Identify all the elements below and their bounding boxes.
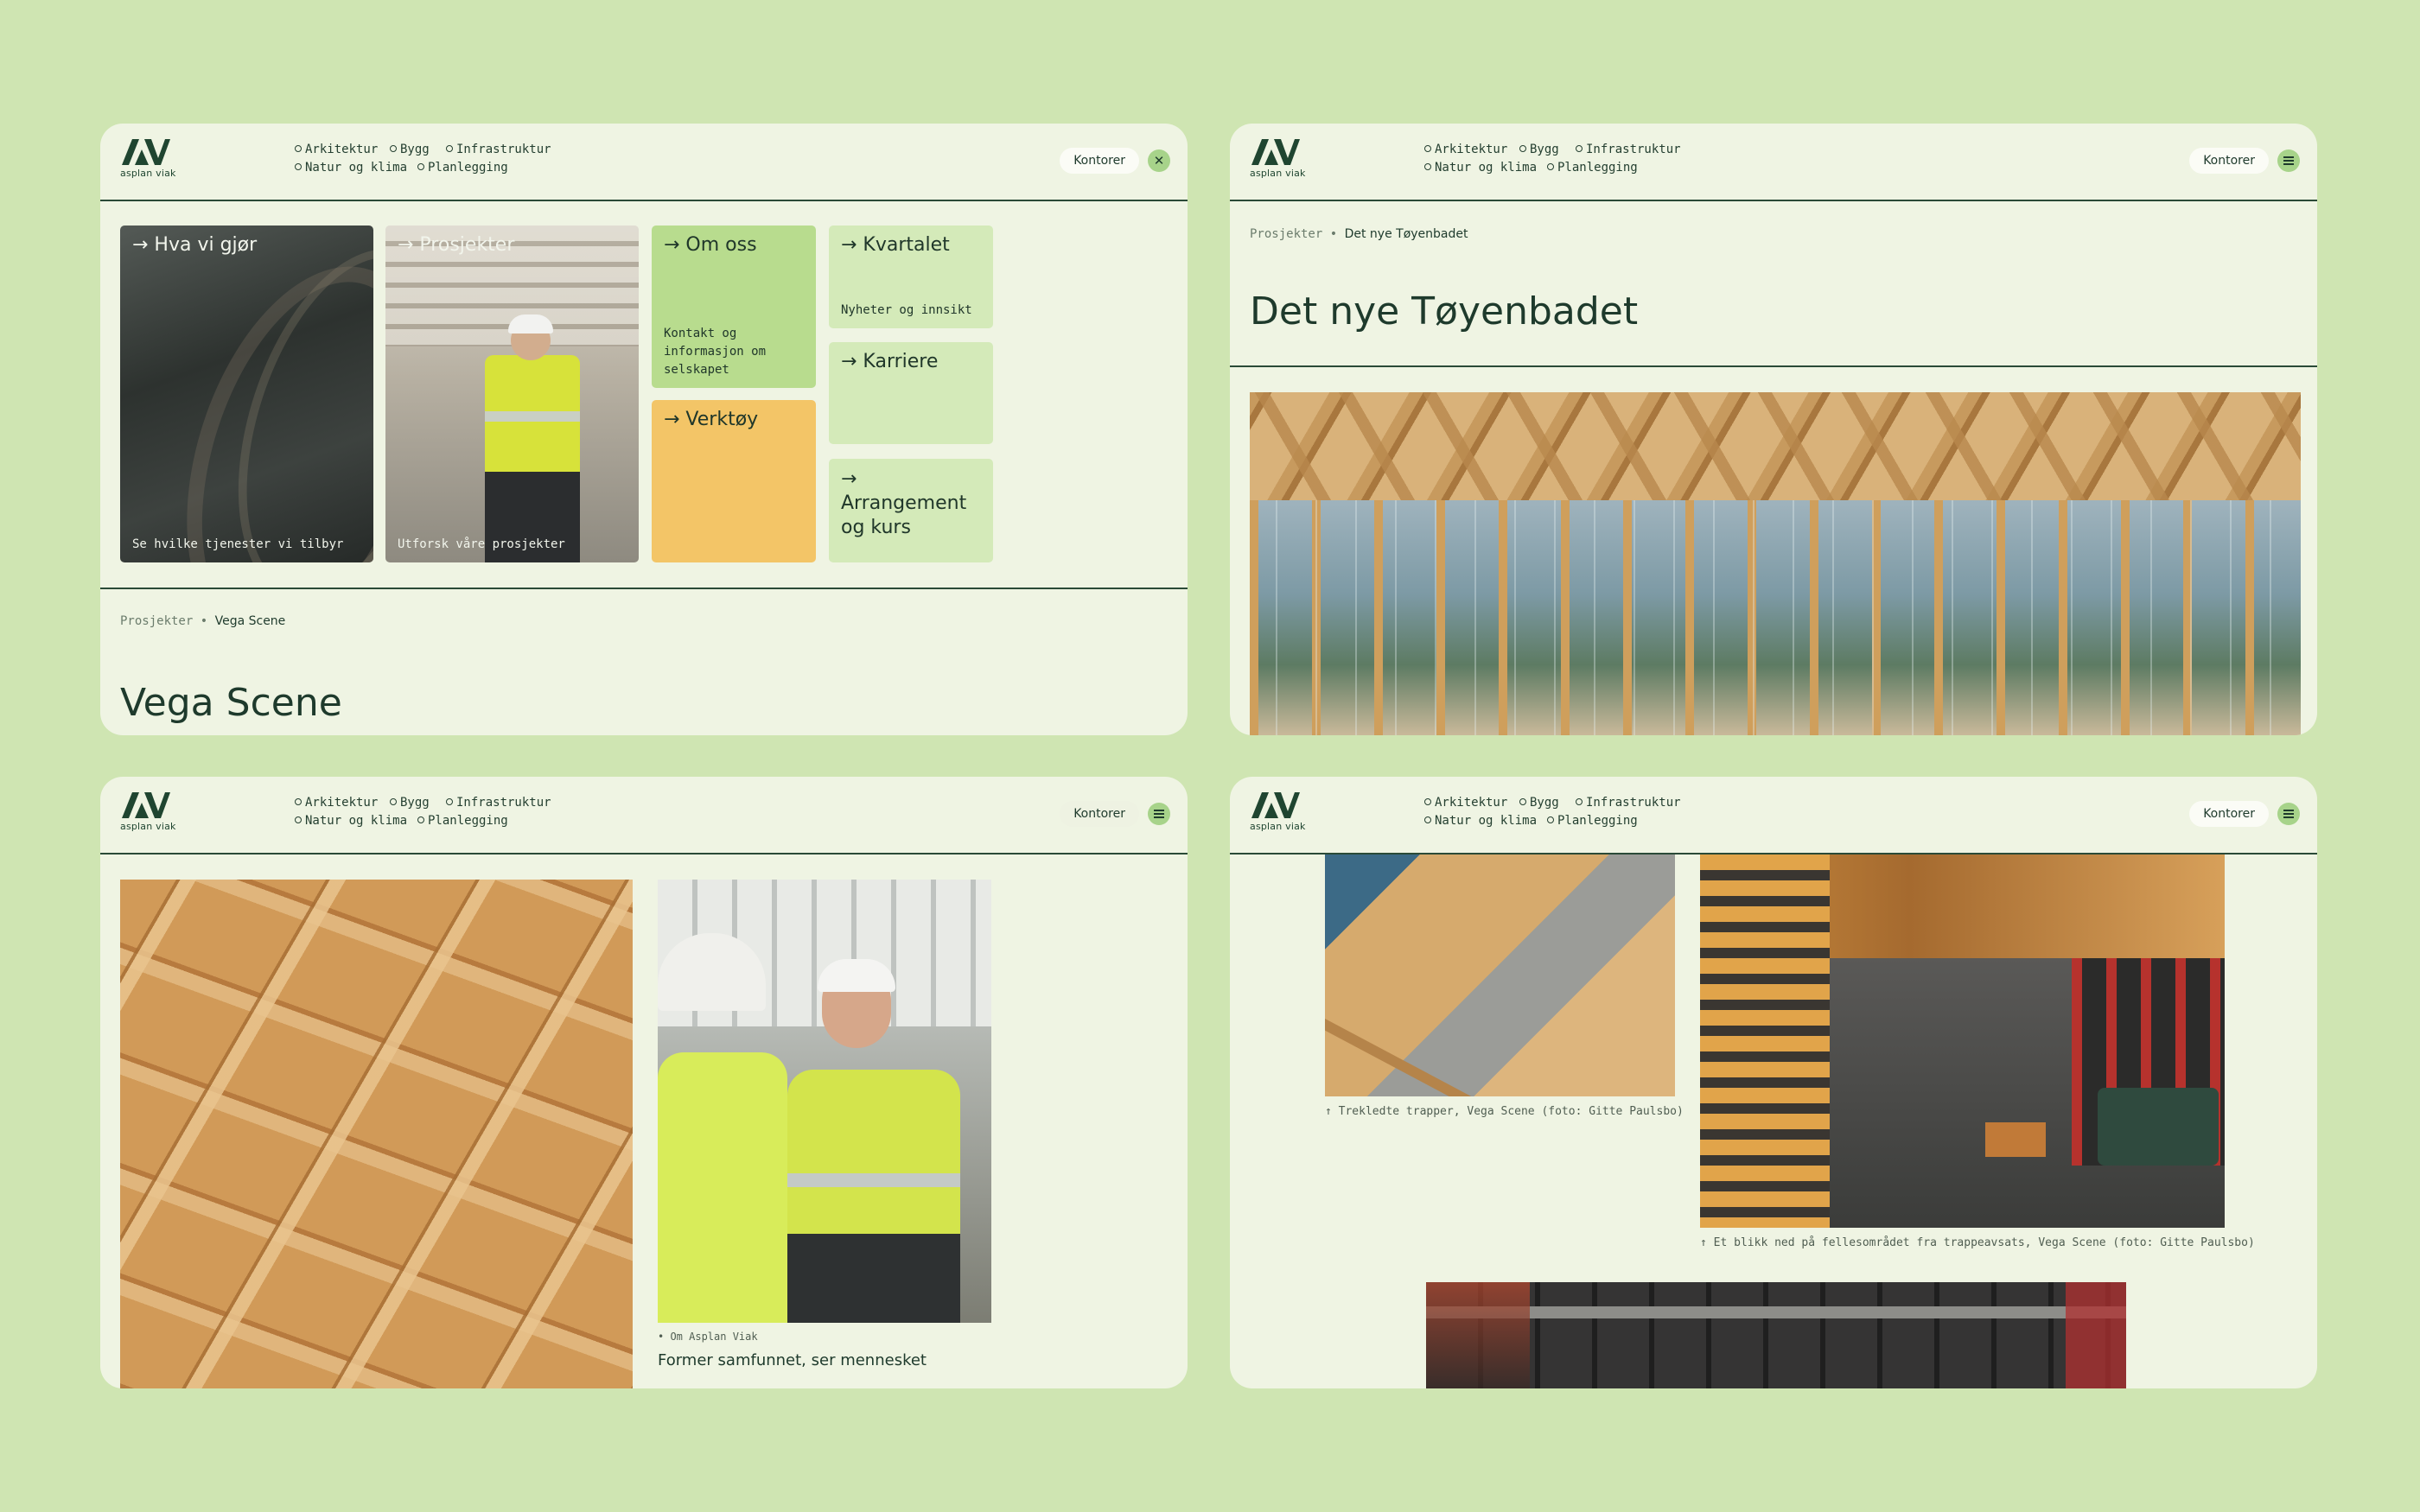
image-workers-on-site xyxy=(658,880,991,1323)
nav-bygg[interactable]: Bygg xyxy=(1519,796,1559,810)
nav-planlegging[interactable]: Planlegging xyxy=(417,161,508,175)
tile-subtitle: Utforsk våre prosjekter xyxy=(398,537,565,551)
image-industrial-ceiling xyxy=(1426,1282,2126,1388)
logo-mark-icon xyxy=(122,792,170,818)
nav-natur-og-klima[interactable]: Natur og klima xyxy=(295,161,407,175)
hero-image-timber-hall xyxy=(1250,392,2301,735)
logo-mark-icon xyxy=(1251,139,1300,165)
breadcrumb: Prosjekter • Vega Scene xyxy=(120,614,285,628)
logo-text: asplan viak xyxy=(120,168,176,179)
close-icon: ✕ xyxy=(1153,153,1165,168)
tile-title: → Arrangement og kurs xyxy=(841,468,967,538)
menu-tile-kvartalet[interactable]: → Kvartalet Nyheter og innsikt xyxy=(829,226,993,328)
caption-stairs: ↑ Trekledte trapper, Vega Scene (foto: G… xyxy=(1325,1105,1684,1118)
logo-mark-icon xyxy=(1251,792,1300,818)
breadcrumb-parent[interactable]: Prosjekter xyxy=(1250,227,1322,241)
menu-icon xyxy=(2283,810,2294,818)
nav-planlegging[interactable]: Planlegging xyxy=(417,814,508,828)
nav-arkitektur[interactable]: Arkitektur xyxy=(1424,796,1507,810)
screen-menu-open: asplan viak Arkitektur Bygg Infrastruktu… xyxy=(100,124,1188,735)
close-menu-button[interactable]: ✕ xyxy=(1148,149,1170,172)
caption-text: Trekledte trapper, Vega Scene (foto: Git… xyxy=(1338,1105,1684,1118)
site-header: asplan viak Arkitektur Bygg Infrastruktu… xyxy=(100,777,1188,854)
nav-infrastruktur[interactable]: Infrastruktur xyxy=(1576,143,1681,156)
tile-title: → Hva vi gjør xyxy=(132,234,258,256)
nav-planlegging[interactable]: Planlegging xyxy=(1547,161,1638,175)
nav-natur-og-klima[interactable]: Natur og klima xyxy=(1424,814,1537,828)
nav-arkitektur[interactable]: Arkitektur xyxy=(1424,143,1507,156)
logo-text: asplan viak xyxy=(120,821,176,832)
tile-title: → Karriere xyxy=(841,351,939,372)
screen-project-toyenbadet: asplan viak Arkitektur Bygg Infrastruktu… xyxy=(1230,124,2317,735)
kontorer-button[interactable]: Kontorer xyxy=(1060,148,1139,174)
logo[interactable]: asplan viak xyxy=(120,137,181,179)
nav-natur-og-klima[interactable]: Natur og klima xyxy=(295,814,407,828)
nav-natur-og-klima[interactable]: Natur og klima xyxy=(1424,161,1537,175)
nav-infrastruktur[interactable]: Infrastruktur xyxy=(446,796,551,810)
tile-title: → Kvartalet xyxy=(841,234,950,256)
image-timber-ceiling xyxy=(120,880,633,1388)
tag-label: • Om Asplan Viak xyxy=(658,1331,758,1343)
kontorer-button[interactable]: Kontorer xyxy=(2189,801,2269,827)
logo-text: asplan viak xyxy=(1250,821,1306,832)
logo-text: asplan viak xyxy=(1250,168,1306,179)
breadcrumb-current: Vega Scene xyxy=(214,614,286,628)
tile-title: → Verktøy xyxy=(664,409,759,430)
kontorer-button[interactable]: Kontorer xyxy=(2189,148,2269,174)
nav-arkitektur[interactable]: Arkitektur xyxy=(295,796,378,810)
menu-button[interactable] xyxy=(1148,803,1170,825)
nav-bygg[interactable]: Bygg xyxy=(390,143,430,156)
tile-subtitle: Kontakt og informasjon om selskapet xyxy=(664,327,767,377)
article-headline[interactable]: Former samfunnet, ser mennesket xyxy=(658,1351,927,1369)
divider xyxy=(1230,365,2317,367)
menu-icon xyxy=(1154,810,1164,818)
menu-tile-om-oss[interactable]: → Om oss Kontakt og informasjon om selsk… xyxy=(652,226,816,388)
caption-text: Et blikk ned på fellesområdet fra trappe… xyxy=(1713,1236,2255,1249)
logo[interactable]: asplan viak xyxy=(120,791,181,832)
tile-title: → Prosjekter xyxy=(398,234,515,256)
menu-button[interactable] xyxy=(2277,149,2300,172)
caption-common-area: ↑ Et blikk ned på fellesområdet fra trap… xyxy=(1700,1236,2255,1249)
divider xyxy=(100,588,1188,589)
breadcrumb-parent[interactable]: Prosjekter xyxy=(120,614,193,628)
logo[interactable]: asplan viak xyxy=(1250,791,1310,832)
screen-vega-gallery: asplan viak Arkitektur Bygg Infrastruktu… xyxy=(1230,777,2317,1388)
menu-icon xyxy=(2283,156,2294,165)
tile-title: → Om oss xyxy=(664,234,757,256)
menu-button[interactable] xyxy=(2277,803,2300,825)
site-header: asplan viak Arkitektur Bygg Infrastruktu… xyxy=(1230,777,2317,854)
tile-subtitle: Se hvilke tjenester vi tilbyr xyxy=(132,537,344,551)
page-title: Det nye Tøyenbadet xyxy=(1250,289,1639,334)
site-header: asplan viak Arkitektur Bygg Infrastruktu… xyxy=(100,124,1188,201)
page-title: Vega Scene xyxy=(120,681,342,725)
logo[interactable]: asplan viak xyxy=(1250,137,1310,179)
menu-tile-verktoy[interactable]: → Verktøy xyxy=(652,400,816,562)
menu-tile-hva-vi-gjor[interactable]: → Hva vi gjør Se hvilke tjenester vi til… xyxy=(120,226,373,562)
screen-about: asplan viak Arkitektur Bygg Infrastruktu… xyxy=(100,777,1188,1388)
menu-tile-prosjekter[interactable]: → Prosjekter Utforsk våre prosjekter xyxy=(385,226,639,562)
tag-text[interactable]: Om Asplan Viak xyxy=(670,1331,757,1343)
breadcrumb-separator: • xyxy=(1329,227,1345,241)
nav-infrastruktur[interactable]: Infrastruktur xyxy=(446,143,551,156)
nav-bygg[interactable]: Bygg xyxy=(1519,143,1559,156)
kontorer-button[interactable]: Kontorer xyxy=(1060,801,1139,827)
menu-tile-karriere[interactable]: → Karriere xyxy=(829,342,993,444)
nav-infrastruktur[interactable]: Infrastruktur xyxy=(1576,796,1681,810)
menu-tile-arrangement[interactable]: → Arrangement og kurs xyxy=(829,459,993,562)
breadcrumb-separator: • xyxy=(200,614,215,628)
nav-planlegging[interactable]: Planlegging xyxy=(1547,814,1638,828)
nav-bygg[interactable]: Bygg xyxy=(390,796,430,810)
breadcrumb-current: Det nye Tøyenbadet xyxy=(1344,227,1468,241)
breadcrumb: Prosjekter • Det nye Tøyenbadet xyxy=(1250,227,1468,241)
arrow-up-icon: ↑ xyxy=(1325,1105,1332,1118)
tile-subtitle: Nyheter og innsikt xyxy=(841,303,972,317)
nav-arkitektur[interactable]: Arkitektur xyxy=(295,143,378,156)
image-common-area xyxy=(1700,854,2225,1228)
image-wooden-stairs xyxy=(1325,854,1675,1096)
arrow-up-icon: ↑ xyxy=(1700,1236,1707,1249)
site-header: asplan viak Arkitektur Bygg Infrastruktu… xyxy=(1230,124,2317,201)
logo-mark-icon xyxy=(122,139,170,165)
